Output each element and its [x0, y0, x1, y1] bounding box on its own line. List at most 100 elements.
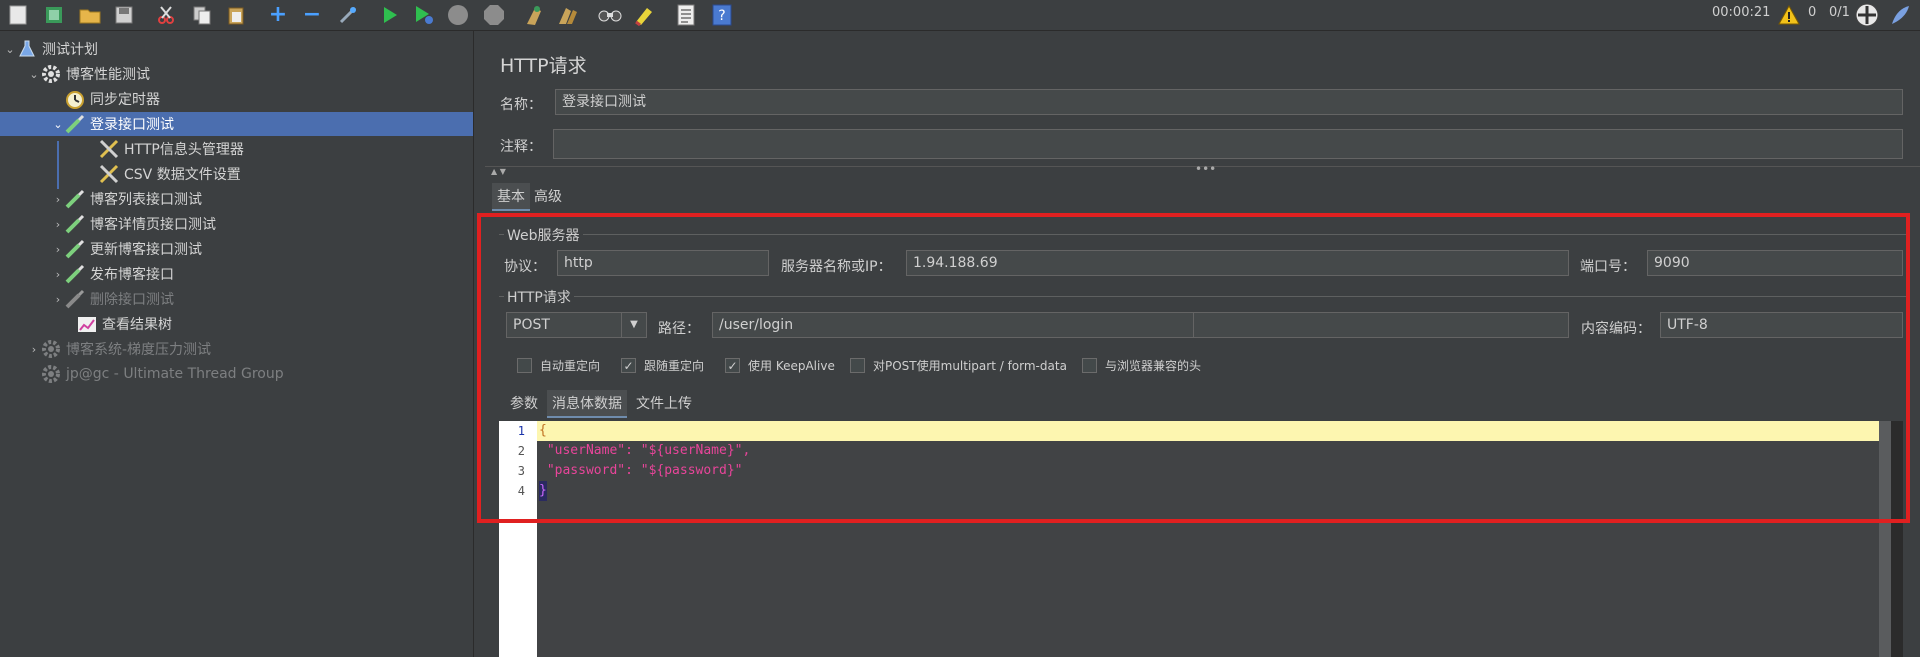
path-field-extent[interactable] — [1194, 312, 1569, 338]
server-field[interactable]: 1.94.188.69 — [906, 250, 1569, 276]
encoding-label: 内容编码： — [1581, 321, 1651, 337]
copy-icon[interactable] — [190, 3, 214, 27]
tree-item-test-plan[interactable]: ⌄ 测试计划 — [0, 37, 477, 61]
tree-item-delete-test[interactable]: › 删除接口测试 — [0, 287, 525, 311]
tree-item-publish-blog[interactable]: › 发布博客接口 — [0, 262, 525, 286]
shutdown-icon[interactable] — [482, 3, 506, 27]
checkbox-auto-redirect[interactable]: 自动重定向 — [517, 357, 600, 374]
warning-count: 0 — [1808, 5, 1817, 20]
clear-icon[interactable] — [522, 3, 546, 27]
remote-status-icon[interactable] — [1855, 3, 1879, 27]
checkbox-browser-compatible[interactable]: 与浏览器兼容的头 — [1082, 357, 1201, 374]
expand-icon[interactable]: + — [266, 3, 290, 27]
tree-item-blog-detail-test[interactable]: › 博客详情页接口测试 — [0, 212, 525, 236]
new-icon[interactable] — [6, 3, 30, 27]
http-request-panel: HTTP请求 名称： 登录接口测试 注释： ▲ ▼ ••• 基本 高级 Web服… — [485, 31, 1920, 657]
tab-body-data[interactable]: 消息体数据 — [547, 390, 627, 418]
open-icon[interactable] — [78, 3, 102, 27]
tree-item-stress-test[interactable]: › 博客系统-梯度压力测试 — [0, 337, 501, 361]
code-area[interactable]: { "userName": "${userName}", "password":… — [537, 421, 1891, 657]
chevron-down-icon[interactable]: ⌄ — [28, 68, 40, 81]
pipette-icon — [64, 238, 86, 260]
function-helper-icon[interactable] — [674, 3, 698, 27]
encoding-field[interactable]: UTF-8 — [1660, 312, 1903, 338]
chevron-down-icon[interactable]: ⌄ — [4, 43, 16, 56]
comment-label: 注释： — [500, 139, 542, 155]
tree-item-update-blog-test[interactable]: › 更新博客接口测试 — [0, 237, 525, 261]
line-number: 4 — [517, 484, 525, 498]
tree-item-sync-timer[interactable]: 同步定时器 — [0, 87, 537, 111]
checkbox-keepalive[interactable]: ✓ 使用 KeepAlive — [725, 357, 835, 374]
toggle-icon[interactable] — [336, 3, 360, 27]
gear-icon — [40, 338, 62, 360]
tree-item-result-tree[interactable]: 查看结果树 — [0, 312, 549, 336]
thread-count: 0/1 — [1829, 5, 1850, 20]
drag-handle-icon[interactable]: ••• — [1195, 162, 1216, 176]
checkbox-box[interactable] — [517, 358, 532, 373]
tab-parameters[interactable]: 参数 — [505, 390, 543, 416]
reset-search-icon[interactable] — [632, 3, 656, 27]
collapse-bar[interactable]: ▲ ▼ ••• — [485, 162, 1920, 177]
path-label: 路径： — [658, 321, 700, 337]
checkbox-box[interactable]: ✓ — [621, 358, 636, 373]
checkbox-box[interactable] — [850, 358, 865, 373]
stop-icon[interactable] — [446, 3, 470, 27]
chevron-right-icon[interactable]: › — [52, 293, 64, 306]
clear-all-icon[interactable] — [556, 3, 580, 27]
http-request-group — [499, 296, 1909, 297]
checkbox-follow-redirect[interactable]: ✓ 跟随重定向 — [621, 357, 704, 374]
help-icon[interactable]: ? — [710, 3, 734, 27]
paste-icon[interactable] — [224, 3, 248, 27]
pipette-icon — [64, 113, 86, 135]
start-icon[interactable] — [378, 3, 402, 27]
tree-item-ultimate-thread-group[interactable]: jp@gc - Ultimate Thread Group — [0, 362, 513, 386]
collapse-arrows-icon[interactable]: ▲ ▼ — [491, 167, 506, 176]
warning-icon[interactable] — [1777, 3, 1801, 27]
tree-item-label: 同步定时器 — [90, 92, 160, 108]
save-icon[interactable] — [112, 3, 136, 27]
tab-advanced[interactable]: 高级 — [529, 183, 567, 209]
start-no-pauses-icon[interactable] — [412, 3, 436, 27]
timer-icon — [64, 88, 86, 110]
pipette-icon — [64, 213, 86, 235]
templates-icon[interactable] — [42, 3, 66, 27]
checkbox-box[interactable]: ✓ — [725, 358, 740, 373]
pipette-icon — [64, 288, 86, 310]
checkbox-label: 自动重定向 — [540, 359, 601, 373]
checkbox-label: 对POST使用multipart / form-data — [873, 359, 1067, 373]
http-request-title: HTTP请求 — [504, 287, 574, 307]
chevron-right-icon[interactable]: › — [52, 268, 64, 281]
editor-scrollbar[interactable] — [1879, 421, 1891, 657]
tree-item-blog-list-test[interactable]: › 博客列表接口测试 — [0, 187, 525, 211]
checkbox-box[interactable] — [1082, 358, 1097, 373]
chevron-right-icon[interactable]: › — [28, 343, 40, 356]
search-icon[interactable] — [598, 3, 622, 27]
chevron-right-icon[interactable]: › — [52, 243, 64, 256]
protocol-field[interactable]: http — [557, 250, 769, 276]
tab-file-upload[interactable]: 文件上传 — [631, 390, 697, 416]
tree-item-blog-perf-test[interactable]: ⌄ 博客性能测试 — [0, 62, 501, 86]
tree-item-login-test[interactable]: ⌄ 登录接口测试 — [0, 112, 525, 136]
chevron-right-icon[interactable]: › — [52, 193, 64, 206]
body-data-editor[interactable]: 1 2 3 4 { "userName": "${userName}", "pa… — [499, 421, 1903, 657]
tab-basic[interactable]: 基本 — [492, 183, 530, 211]
tree-item-label: 博客列表接口测试 — [90, 192, 202, 208]
method-select[interactable]: POST ▼ — [506, 312, 647, 338]
chevron-down-icon[interactable]: ⌄ — [52, 118, 64, 131]
feather-icon[interactable] — [1888, 3, 1912, 27]
method-value: POST — [513, 317, 550, 333]
code-line: "userName": "${userName}", — [539, 443, 751, 458]
collapse-icon[interactable]: − — [300, 3, 324, 27]
tree-item-label: 登录接口测试 — [90, 117, 174, 133]
code-line: { — [539, 423, 547, 438]
comment-field[interactable] — [553, 129, 1903, 159]
path-field[interactable]: /user/login — [712, 312, 1194, 338]
name-field[interactable]: 登录接口测试 — [555, 89, 1903, 115]
port-field[interactable]: 9090 — [1647, 250, 1903, 276]
cut-icon[interactable] — [154, 3, 178, 27]
flask-icon — [16, 38, 38, 60]
line-number-gutter: 1 2 3 4 — [499, 421, 537, 657]
chevron-down-icon[interactable]: ▼ — [621, 313, 646, 337]
checkbox-multipart[interactable]: 对POST使用multipart / form-data — [850, 357, 1067, 374]
chevron-right-icon[interactable]: › — [52, 218, 64, 231]
